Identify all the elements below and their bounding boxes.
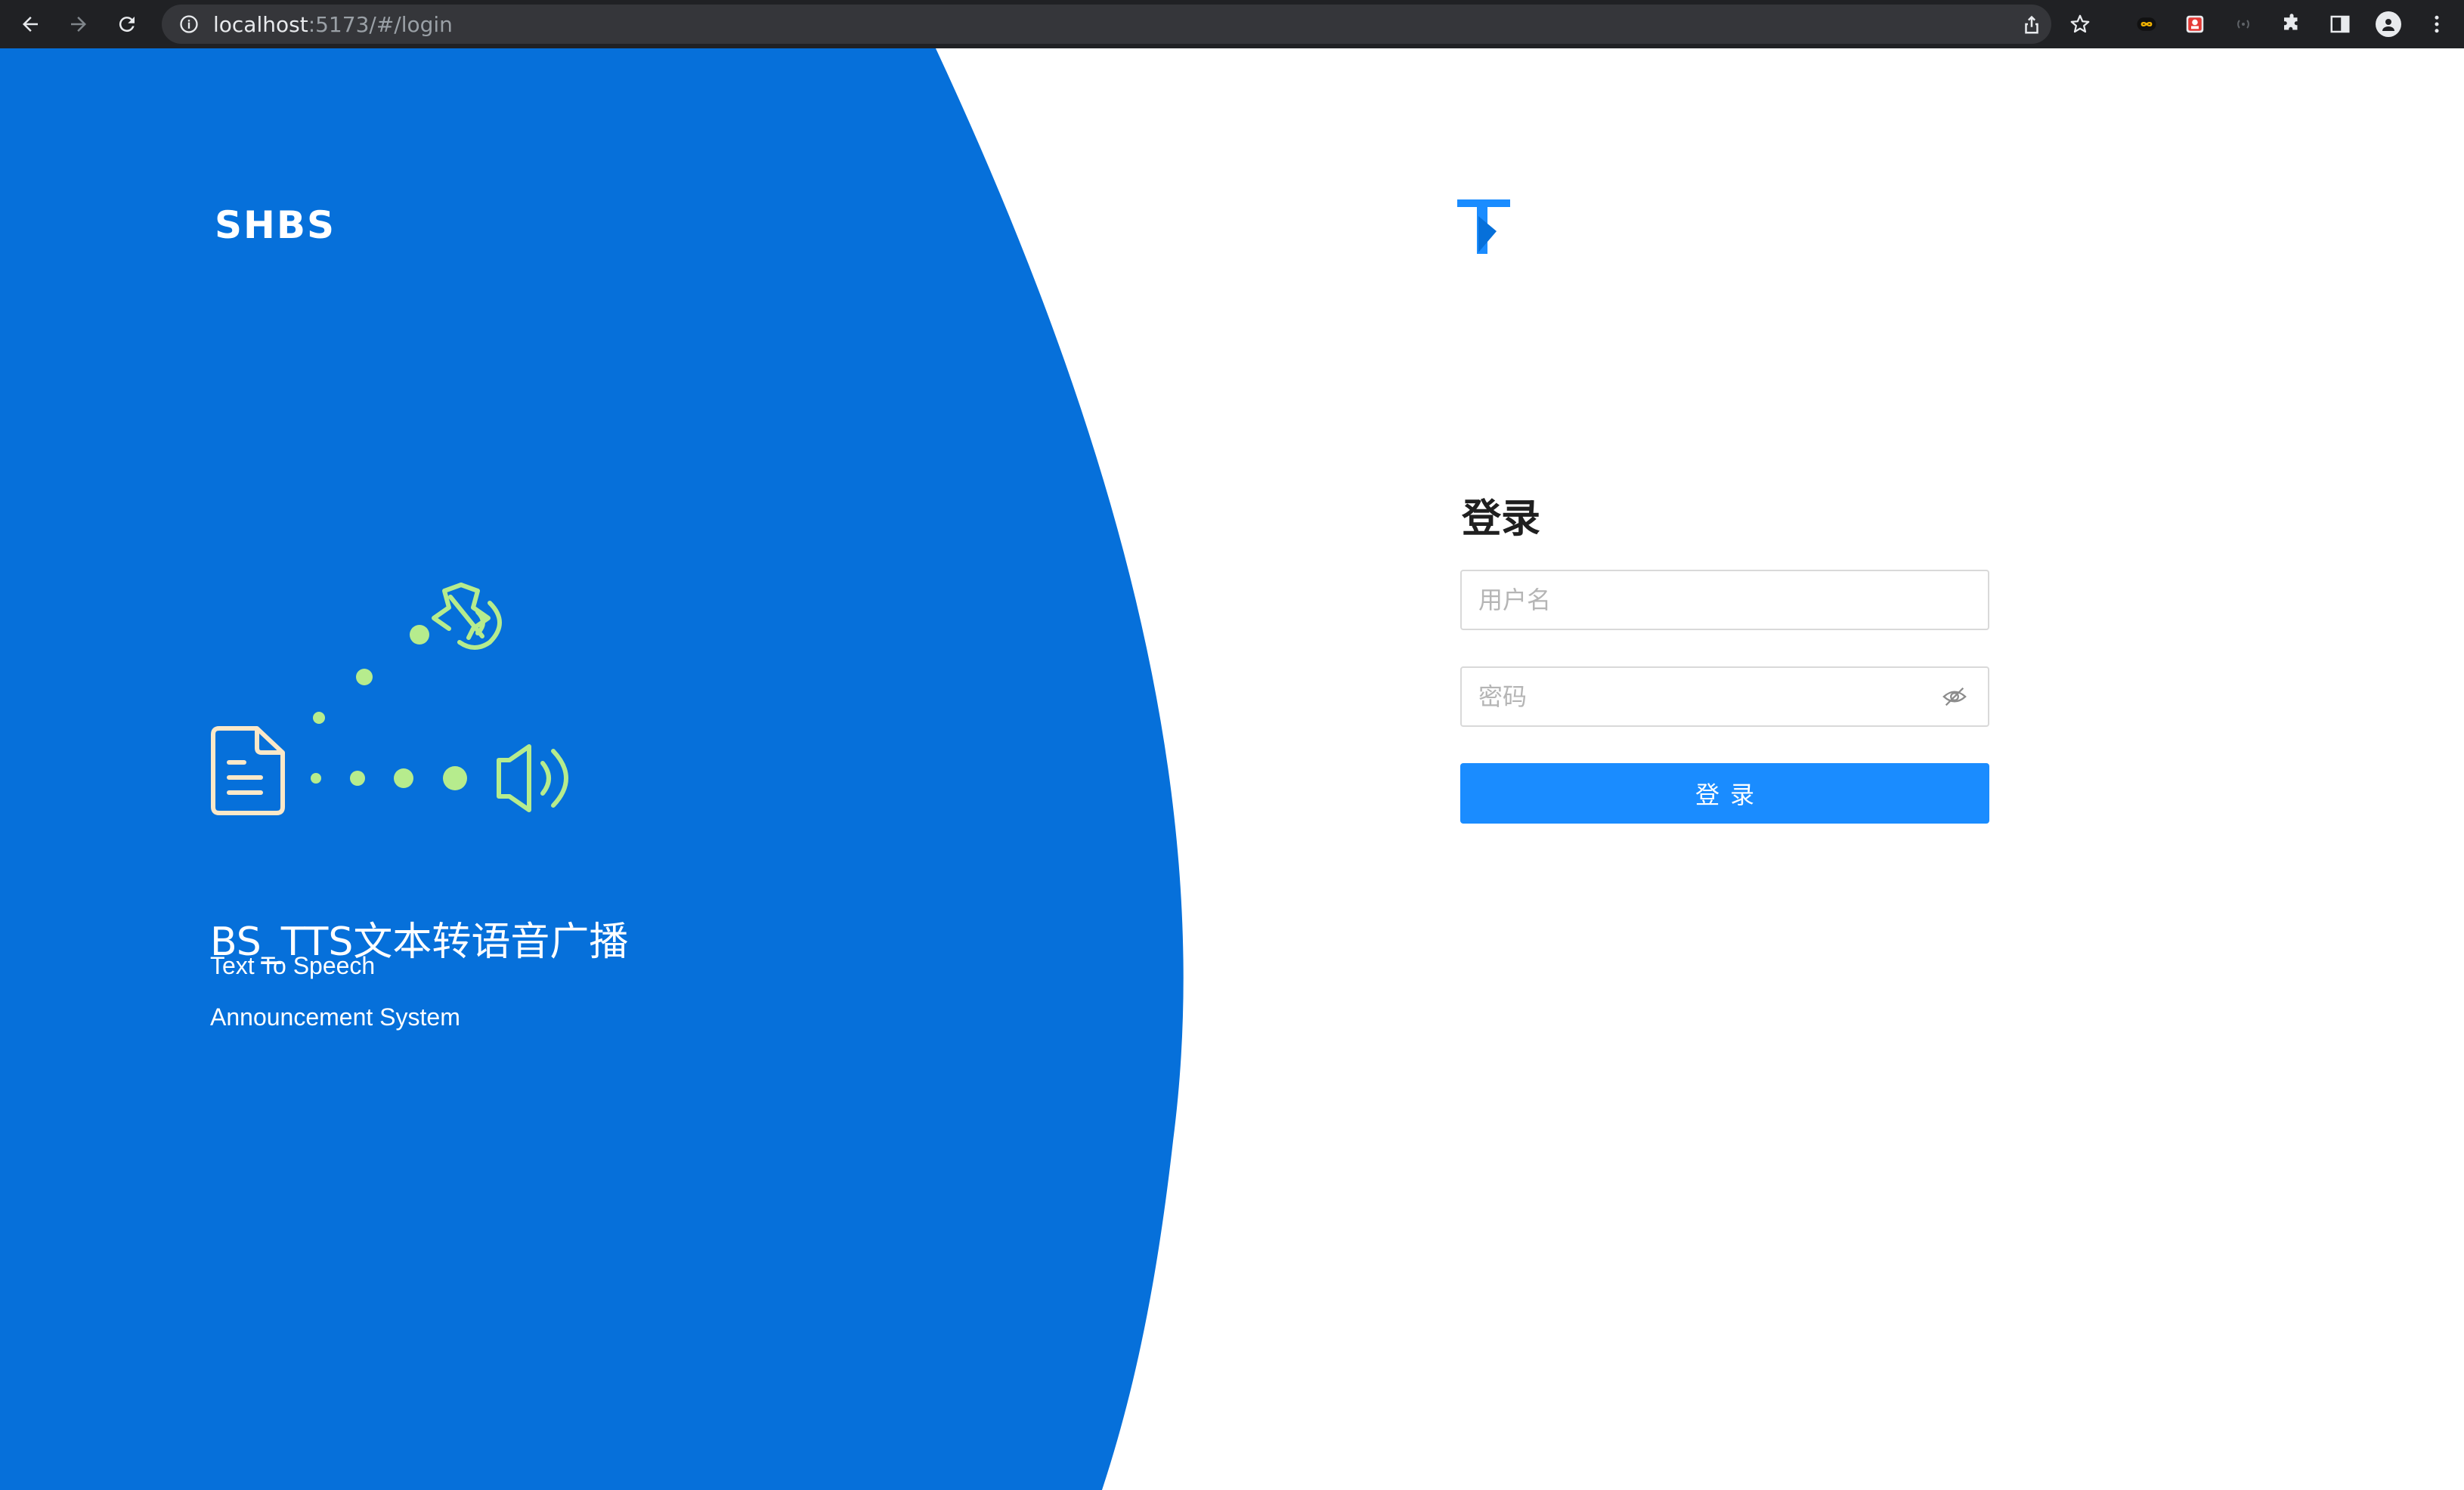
- browser-menu-button[interactable]: [2420, 8, 2453, 41]
- extension-icon: [2186, 15, 2204, 33]
- speaker-icon: [497, 744, 568, 812]
- dot: [443, 766, 467, 790]
- extension-wave[interactable]: [2227, 8, 2260, 41]
- login-heading: 登录: [1462, 496, 1541, 542]
- extension-infinity[interactable]: [2130, 8, 2163, 41]
- password-field[interactable]: [1460, 666, 1989, 727]
- extensions-area: [2015, 0, 2464, 48]
- app-logo-icon: [1457, 199, 1510, 254]
- browser-toolbar: localhost:5173/#/login: [0, 0, 2464, 48]
- eye-off-icon: [1942, 687, 1967, 706]
- dot: [410, 625, 429, 645]
- hero-background: [0, 48, 1184, 1490]
- username-field[interactable]: [1460, 570, 1989, 630]
- wave-icon: [2237, 20, 2249, 29]
- product-subtitle-line1: Text To Speech: [210, 952, 376, 979]
- forward-icon: [71, 17, 86, 32]
- extension-red[interactable]: [2178, 8, 2212, 41]
- username-input[interactable]: [1462, 571, 1988, 629]
- url-path: :5173/#/login: [308, 11, 453, 37]
- badge-sound-icon: [432, 583, 502, 650]
- forward-button[interactable]: [60, 6, 97, 42]
- infinity-icon: [2137, 17, 2156, 31]
- password-visibility-toggle[interactable]: [1932, 674, 1977, 719]
- reload-button[interactable]: [109, 6, 145, 42]
- bookmark-button[interactable]: [2063, 8, 2097, 41]
- dot: [313, 712, 325, 724]
- star-icon: [2070, 14, 2090, 33]
- login-button[interactable]: 登录: [1460, 763, 1989, 824]
- puzzle-icon: [2284, 14, 2298, 30]
- menu-icon: [2435, 15, 2439, 33]
- login-page: SHBS BS_TTS文本转语音广播 Text To Speech Announ…: [0, 48, 2464, 1490]
- dot: [311, 773, 321, 784]
- extensions-button[interactable]: [2275, 8, 2308, 41]
- brand-logo: SHBS: [215, 203, 336, 247]
- back-icon: [23, 17, 38, 32]
- reload-icon: [119, 17, 135, 32]
- dot: [350, 771, 365, 786]
- document-icon: [211, 726, 285, 815]
- url-host: localhost: [213, 11, 308, 37]
- back-button[interactable]: [12, 6, 48, 42]
- dot: [394, 768, 413, 788]
- password-input[interactable]: [1462, 668, 1932, 725]
- share-button[interactable]: [2015, 8, 2048, 41]
- share-icon: [2025, 15, 2038, 34]
- dot: [356, 669, 373, 685]
- tts-illustration: [211, 583, 568, 815]
- profile-button[interactable]: [2372, 8, 2405, 41]
- sidepanel-icon: [2330, 15, 2350, 33]
- side-panel-button[interactable]: [2323, 8, 2357, 41]
- profile-icon: [2376, 11, 2401, 37]
- product-subtitle-line2: Announcement System: [210, 1003, 460, 1031]
- address-bar[interactable]: localhost:5173/#/login: [162, 5, 2051, 44]
- info-icon[interactable]: [178, 14, 200, 35]
